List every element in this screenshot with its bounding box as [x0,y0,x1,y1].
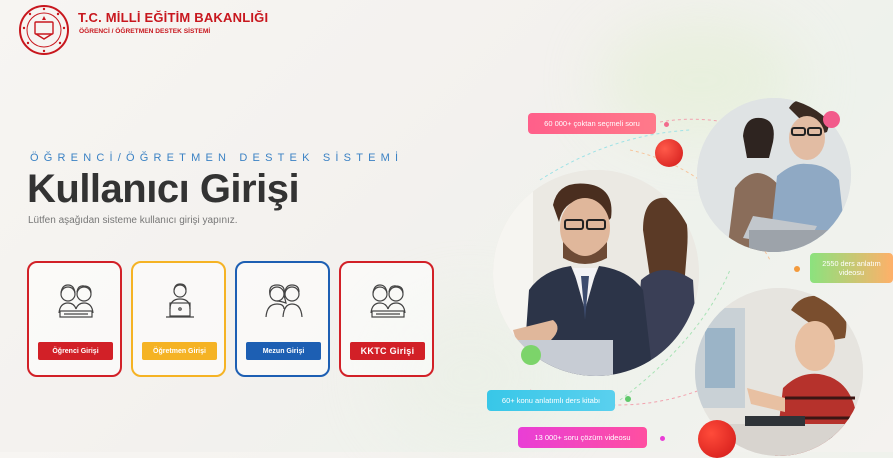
graduate-login-button[interactable]: Mezun Girişi [246,342,321,360]
teacher-login-card[interactable]: Öğretmen Girişi [131,261,226,377]
meb-logo [19,5,69,55]
decor-dot-small-pink [664,122,669,127]
students-icon [58,284,94,318]
decor-dot-pink [823,111,840,128]
graduate-login-card[interactable]: Mezun Girişi [235,261,330,377]
page-subtitle: Lütfen aşağıdan sisteme kullanıcı girişi… [28,215,238,226]
student-login-button[interactable]: Öğrenci Girişi [38,342,113,360]
stat-questions-pill: 60 000+ çoktan seçmeli soru [528,113,656,134]
teacher-laptop-icon [166,283,194,318]
stat-lessons-pill: 2550 ders anlatım videosu [810,253,893,283]
graduates-icon [265,284,303,318]
brand-title: T.C. MİLLİ EĞİTİM BAKANLIĞI [78,10,269,25]
kktc-login-card[interactable]: KKTC Girişi [339,261,434,377]
decor-dot-small-orange [794,266,800,272]
student-login-card[interactable]: Öğrenci Girişi [27,261,122,377]
teachers-photo [493,170,699,376]
stat-books-pill: 60+ konu anlatımlı ders kitabı [487,390,615,411]
decor-dot-red-bottom [698,420,736,458]
decor-dot-small-green [625,396,631,402]
page-title: Kullanıcı Girişi [27,167,300,211]
system-kicker: ÖĞRENCİ/ÖĞRETMEN DESTEK SİSTEMİ [30,152,404,164]
decor-dot-red [655,139,683,167]
stat-solutions-pill: 13 000+ soru çözüm videosu [518,427,647,448]
brand-subtitle: ÖĞRENCİ / ÖĞRETMEN DESTEK SİSTEMİ [79,28,211,35]
decor-dot-small-magenta [660,436,665,441]
decor-dot-green [521,345,541,365]
students-icon [370,284,406,318]
kktc-login-button[interactable]: KKTC Girişi [350,342,425,360]
teacher-login-button[interactable]: Öğretmen Girişi [142,342,217,360]
